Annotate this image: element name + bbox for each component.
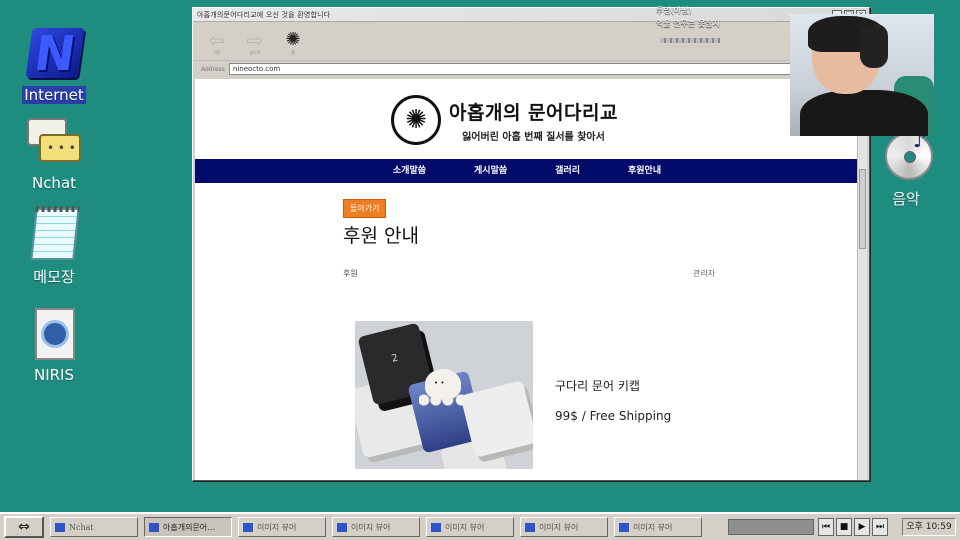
stop-button[interactable]: ■: [836, 518, 852, 536]
product-price: 99$ / Free Shipping: [555, 409, 672, 423]
address-label: Address: [201, 65, 225, 73]
desktop-icon-niris[interactable]: NIRIS: [14, 306, 94, 384]
image-viewer-icon: [337, 522, 347, 532]
internet-icon: [149, 522, 159, 532]
taskbar-item-browser[interactable]: 아홉개의문어…: [144, 517, 232, 537]
site-header: ✺ 아홉개의 문어다리교 잃어버린 아홉 번째 질서를 찾아서: [391, 95, 618, 145]
desktop-icon-label: 음악: [892, 190, 920, 208]
site-subtitle: 잃어버린 아홉 번째 질서를 찾아서: [462, 131, 605, 143]
nav-item-gallery[interactable]: 갤러리: [555, 159, 580, 183]
taskbar-item-image-viewer[interactable]: 이미지 뷰어: [520, 517, 608, 537]
task-label: 이미지 뷰어: [539, 522, 579, 532]
arrow-right-icon: ⇨: [246, 28, 264, 52]
task-label: 이미지 뷰어: [257, 522, 297, 532]
scrollbar-thumb[interactable]: [859, 169, 866, 249]
overlay-line: 투명(아님): [656, 6, 692, 15]
task-label: 아홉개의문어…: [163, 522, 216, 532]
nav-item-support[interactable]: 후원안내: [628, 159, 661, 183]
window-titlebar[interactable]: 아홉개의문어다리교에 오신 것을 환영합니다 _ □ ×: [193, 8, 869, 22]
image-viewer-icon: [525, 522, 535, 532]
back-button[interactable]: 돌아가기: [343, 199, 387, 218]
taskbar: ⇔ Nchat 아홉개의문어… 이미지 뷰어 이미지 뷰어 이미지 뷰어 이미지…: [0, 512, 960, 540]
next-track-button[interactable]: ⏭: [872, 518, 888, 536]
media-progress-bar[interactable]: [728, 519, 814, 535]
play-button[interactable]: ▶: [854, 518, 870, 536]
octopus-icon: ✺: [285, 29, 301, 50]
image-viewer-icon: [431, 522, 441, 532]
back-nav-button[interactable]: ⇦ 뒤로: [203, 30, 231, 56]
previous-track-button[interactable]: ⏮: [818, 518, 834, 536]
task-label: 이미지 뷰어: [633, 522, 673, 532]
taskbar-item-image-viewer[interactable]: 이미지 뷰어: [426, 517, 514, 537]
breadcrumb[interactable]: 후원: [343, 268, 358, 279]
nav-item-board[interactable]: 게시말씀: [474, 159, 507, 183]
desktop-icon-nchat[interactable]: Nchat: [14, 114, 94, 192]
nav-item-intro[interactable]: 소개말씀: [393, 159, 426, 183]
forward-nav-button[interactable]: ⇨ 앞으로: [241, 30, 269, 56]
desktop-icon-label: Nchat: [31, 174, 77, 192]
product-name: 구다리 문어 키캡: [555, 379, 640, 393]
url-input[interactable]: nineocto.com: [228, 63, 849, 75]
chat-icon: [55, 522, 65, 532]
task-label: 이미지 뷰어: [351, 522, 391, 532]
octopus-icon[interactable]: ✺: [391, 95, 441, 145]
internet-icon: [25, 26, 85, 82]
media-controls: ⏮ ■ ▶ ⏭: [818, 518, 888, 536]
vertical-scrollbar[interactable]: [857, 79, 867, 480]
stream-overlay: 투명(아님) 억울 언무는 못참지: [656, 4, 720, 30]
page-title: 후원 안내: [343, 225, 419, 247]
browser-window: 아홉개의문어다리교에 오신 것을 환영합니다 _ □ × ⇦ 뒤로 ⇨ 앞으로 …: [192, 7, 870, 481]
home-nav-label: 홈: [291, 50, 295, 55]
chat-icon: [25, 114, 83, 170]
site-nav: 소개말씀 게시말씀 갤러리 후원안내: [195, 159, 859, 183]
home-nav-button[interactable]: ✺ 홈: [279, 30, 307, 56]
address-bar: Address nineocto.com: [193, 60, 869, 77]
music-cd-icon: ♪: [877, 128, 935, 184]
desktop-icon-memo[interactable]: 메모장: [14, 206, 94, 287]
desktop-icon-label: NIRIS: [33, 366, 74, 384]
notepad-icon: [25, 206, 83, 262]
overlay-bar: [660, 38, 720, 43]
task-label: 이미지 뷰어: [445, 522, 485, 532]
taskbar-item-nchat[interactable]: Nchat: [50, 517, 138, 537]
system-clock: 오후 10:59: [902, 518, 956, 536]
start-icon: ⇔: [18, 519, 30, 535]
desktop-icon-music[interactable]: ♪ 음악: [866, 128, 946, 209]
image-viewer-icon: [619, 522, 629, 532]
desktop-icon-internet[interactable]: Internet: [14, 26, 94, 104]
web-page: ✺ 아홉개의 문어다리교 잃어버린 아홉 번째 질서를 찾아서 소개말씀 게시말…: [195, 79, 859, 480]
overlay-line: 억울 언무는 못참지: [656, 19, 720, 28]
back-nav-label: 뒤로: [213, 50, 221, 55]
webcam-overlay: [790, 14, 934, 136]
site-title[interactable]: 아홉개의 문어다리교: [449, 98, 618, 125]
browser-toolbar: ⇦ 뒤로 ⇨ 앞으로 ✺ 홈: [193, 22, 869, 60]
task-label: Nchat: [69, 522, 94, 532]
desktop-icon-label: Internet: [22, 86, 86, 104]
niris-icon: [25, 306, 83, 362]
desktop-icon-label: 메모장: [33, 268, 75, 286]
forward-nav-label: 앞으로: [249, 50, 261, 55]
product-image[interactable]: [355, 321, 533, 469]
taskbar-item-image-viewer[interactable]: 이미지 뷰어: [332, 517, 420, 537]
window-title: 아홉개의문어다리교에 오신 것을 환영합니다: [197, 10, 331, 19]
taskbar-item-image-viewer[interactable]: 이미지 뷰어: [614, 517, 702, 537]
arrow-left-icon: ⇦: [208, 28, 226, 52]
start-button[interactable]: ⇔: [4, 516, 44, 538]
image-viewer-icon: [243, 522, 253, 532]
taskbar-item-image-viewer[interactable]: 이미지 뷰어: [238, 517, 326, 537]
admin-link[interactable]: 관리자: [693, 268, 715, 279]
